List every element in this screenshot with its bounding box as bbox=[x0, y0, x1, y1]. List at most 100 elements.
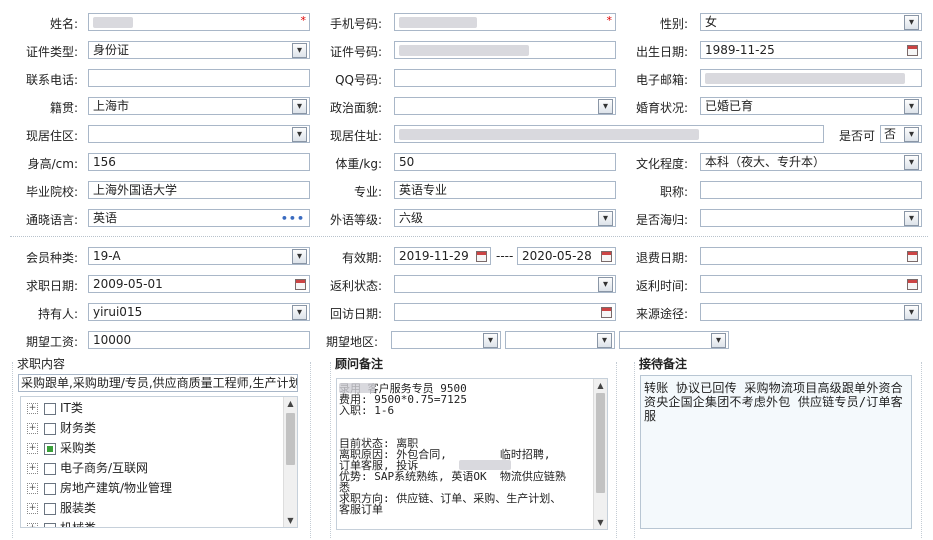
tree-checkbox[interactable] bbox=[44, 402, 56, 415]
district-label: 现居住区: bbox=[25, 129, 78, 143]
row-salary: 期望工资: 10000 期望地区: bbox=[0, 331, 933, 351]
salary-field[interactable]: 10000 bbox=[88, 331, 310, 349]
holder-select[interactable]: yirui015 bbox=[88, 303, 310, 321]
region-province-select[interactable] bbox=[391, 331, 501, 349]
refund-date-field[interactable] bbox=[700, 247, 922, 265]
tree-item[interactable]: + 采购类 bbox=[27, 439, 96, 457]
language-value: 英语 bbox=[93, 211, 118, 225]
expand-icon[interactable]: + bbox=[27, 403, 38, 414]
row-id: 证件类型: 身份证 证件号码: 出生日期: 1989-11-25 bbox=[0, 41, 933, 61]
qq-label: QQ号码: bbox=[335, 73, 382, 87]
email-label: 电子邮箱: bbox=[635, 73, 688, 87]
reception-panel-title: 接待备注 bbox=[637, 355, 690, 372]
idno-label: 证件号码: bbox=[329, 45, 382, 59]
overseas-label: 是否海归: bbox=[635, 213, 688, 227]
address-field[interactable] bbox=[394, 125, 824, 143]
qq-field[interactable] bbox=[394, 69, 616, 87]
native-select[interactable]: 上海市 bbox=[88, 97, 310, 115]
idtype-select[interactable]: 身份证 bbox=[88, 41, 310, 59]
scroll-up-icon[interactable]: ▲ bbox=[284, 397, 297, 410]
name-label: 姓名: bbox=[49, 17, 78, 31]
job-category-tree[interactable]: + IT类 + 财务类 + 采购类 + 电子商务/互联网 + 房地产建筑/物业管理 + 服装类 + 机械类… bbox=[20, 396, 298, 528]
tree-item[interactable]: + 机械类 bbox=[27, 519, 96, 527]
height-field[interactable]: 156 bbox=[88, 153, 310, 171]
scroll-thumb[interactable] bbox=[286, 413, 295, 465]
job-panel-frame-left bbox=[12, 362, 13, 538]
political-select[interactable] bbox=[394, 97, 616, 115]
expand-icon[interactable]: + bbox=[27, 443, 38, 454]
advisor-note-line: 客服订单 bbox=[339, 503, 383, 516]
district-select[interactable] bbox=[88, 125, 310, 143]
refund-label: 退费日期: bbox=[635, 251, 688, 265]
advisor-notes-textarea[interactable]: 录用 客户服务专员 9500 费用: 9500*0.75=7125 入职: 1-6 目… bbox=[336, 378, 608, 530]
phone-field[interactable] bbox=[88, 69, 310, 87]
scroll-down-icon[interactable]: ▼ bbox=[284, 514, 297, 527]
job-selected-field[interactable]: 采购跟单,采购助理/专员,供应商质量工程师,生产计划 bbox=[18, 374, 298, 392]
mobile-field[interactable]: * bbox=[394, 13, 616, 31]
jobdate-label: 求职日期: bbox=[25, 279, 78, 293]
expand-icon[interactable]: + bbox=[27, 423, 38, 434]
reception-notes-textarea[interactable]: 转账 协议已回传 采购物流项目高级跟单外资合资央企国企集团不考虑外包 供应链专员… bbox=[640, 375, 912, 529]
tree-checkbox[interactable] bbox=[44, 422, 56, 435]
email-field[interactable] bbox=[700, 69, 922, 87]
scroll-thumb[interactable] bbox=[596, 393, 605, 493]
redacted-company bbox=[459, 460, 511, 470]
tree-item[interactable]: + 电子商务/互联网 bbox=[27, 459, 148, 477]
tree-item[interactable]: + IT类 bbox=[27, 399, 83, 417]
birth-date-field[interactable]: 1989-11-25 bbox=[700, 41, 922, 59]
member-type-select[interactable]: 19-A bbox=[88, 247, 310, 265]
education-select[interactable]: 本科（夜大、专升本） bbox=[700, 153, 922, 171]
row-holder: 持有人: yirui015 回访日期: 来源途径: bbox=[0, 303, 933, 323]
section-divider bbox=[10, 236, 928, 237]
native-label: 籍贯: bbox=[49, 101, 78, 115]
tree-item[interactable]: + 财务类 bbox=[27, 419, 96, 437]
reception-notes-text: 转账 协议已回传 采购物流项目高级跟单外资合资央企国企集团不考虑外包 供应链专员… bbox=[644, 381, 903, 423]
overseas-select[interactable] bbox=[700, 209, 922, 227]
scroll-down-icon[interactable]: ▼ bbox=[594, 516, 607, 529]
expand-icon[interactable]: + bbox=[27, 503, 38, 514]
tree-item[interactable]: + 房地产建筑/物业管理 bbox=[27, 479, 172, 497]
tree-item[interactable]: + 服装类 bbox=[27, 499, 96, 517]
expand-icon[interactable]: + bbox=[27, 463, 38, 474]
rebate-status-label: 返利状态: bbox=[329, 279, 382, 293]
language-field[interactable]: 英语 ••• bbox=[88, 209, 310, 227]
name-field[interactable]: * bbox=[88, 13, 310, 31]
idno-field[interactable] bbox=[394, 41, 616, 59]
visit-date-field[interactable] bbox=[394, 303, 616, 321]
jobdate-field[interactable]: 2009-05-01 bbox=[88, 275, 310, 293]
tree-checkbox[interactable] bbox=[44, 522, 56, 527]
holder-label: 持有人: bbox=[37, 307, 78, 321]
tree-checkbox[interactable] bbox=[44, 442, 56, 455]
flevel-select[interactable]: 六级 bbox=[394, 209, 616, 227]
mobile-label: 手机号码: bbox=[329, 17, 382, 31]
advisor-note-line bbox=[339, 416, 593, 427]
rebate-status-select[interactable] bbox=[394, 275, 616, 293]
gender-select[interactable]: 女 bbox=[700, 13, 922, 31]
region-city-select[interactable] bbox=[505, 331, 615, 349]
source-select[interactable] bbox=[700, 303, 922, 321]
expand-icon[interactable]: + bbox=[27, 523, 38, 527]
weight-field[interactable]: 50 bbox=[394, 153, 616, 171]
visit-label: 回访日期: bbox=[329, 307, 382, 321]
scroll-up-icon[interactable]: ▲ bbox=[594, 379, 607, 392]
tree-scrollbar[interactable]: ▲ ▼ bbox=[283, 397, 297, 527]
isornot-label: 是否可 bbox=[838, 129, 875, 143]
valid-from-field[interactable]: 2019-11-29 bbox=[394, 247, 491, 265]
title-label: 职称: bbox=[659, 185, 688, 199]
expand-icon[interactable]: + bbox=[27, 483, 38, 494]
isornot-select[interactable]: 否 bbox=[880, 125, 922, 143]
rebate-time-field[interactable] bbox=[700, 275, 922, 293]
more-options-icon[interactable]: ••• bbox=[281, 211, 305, 226]
marital-select[interactable]: 已婚已育 bbox=[700, 97, 922, 115]
tree-checkbox[interactable] bbox=[44, 502, 56, 515]
advisor-scrollbar[interactable]: ▲ ▼ bbox=[593, 379, 607, 529]
region-district-select[interactable] bbox=[619, 331, 729, 349]
title-field[interactable] bbox=[700, 181, 922, 199]
tree-checkbox[interactable] bbox=[44, 462, 56, 475]
school-field[interactable]: 上海外国语大学 bbox=[88, 181, 310, 199]
major-label: 专业: bbox=[353, 185, 382, 199]
valid-to-field[interactable]: 2020-05-28 bbox=[517, 247, 616, 265]
tree-checkbox[interactable] bbox=[44, 482, 56, 495]
height-label: 身高/cm: bbox=[27, 157, 78, 171]
major-field[interactable]: 英语专业 bbox=[394, 181, 616, 199]
